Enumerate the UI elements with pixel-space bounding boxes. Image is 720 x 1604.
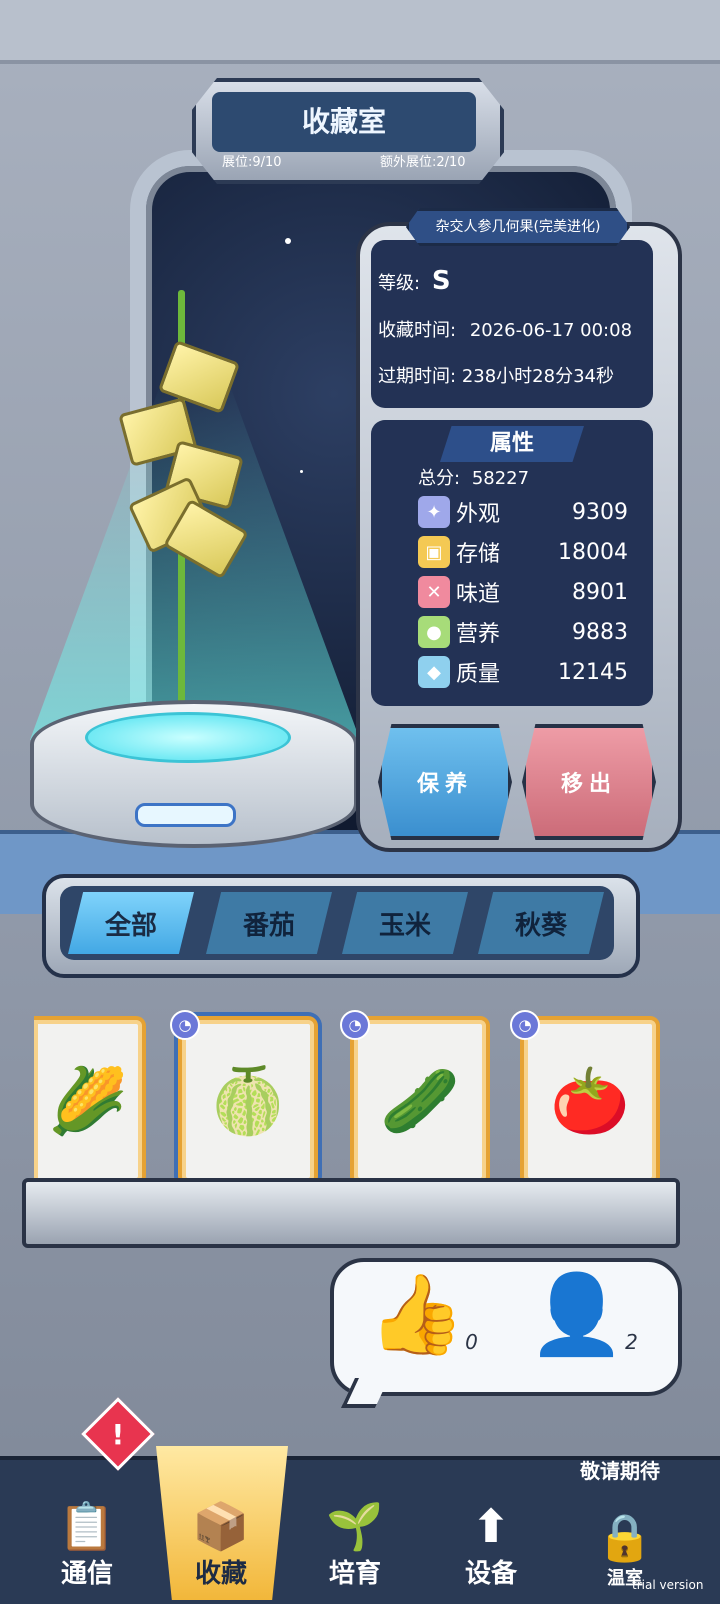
collect-time-row: 收藏时间: 2026-06-17 00:08 <box>378 316 632 342</box>
corn-icon: 🌽 <box>48 1064 128 1139</box>
collection-shelf <box>22 1178 680 1248</box>
ceiling <box>0 0 720 64</box>
like-count: 0 <box>465 1330 478 1354</box>
display-slots: 展位:9/10 <box>222 155 282 170</box>
collect-time-value: 2026-06-17 00:08 <box>469 320 633 341</box>
expire-time-label: 过期时间: <box>378 366 457 387</box>
nav-item-greenhouse[interactable]: 🔒 温室 <box>566 1470 684 1590</box>
coming-soon-label: 敬请期待 <box>580 1459 660 1483</box>
like-button[interactable]: 👍 0 <box>368 1276 478 1354</box>
attribute-row: ● 营养 9883 <box>418 614 628 650</box>
attribute-value: 18004 <box>558 539 628 565</box>
attributes-title: 属性 <box>440 426 584 462</box>
collection-card[interactable]: 🥒 <box>350 1016 490 1186</box>
pedestal-light <box>135 803 236 827</box>
tab-okra[interactable]: 秋葵 <box>478 892 604 954</box>
nav-label: 设备 <box>464 1559 517 1589</box>
attribute-row: ◆ 质量 12145 <box>418 654 628 690</box>
level-value: S <box>431 266 451 296</box>
box-icon: 📦 <box>192 1499 250 1553</box>
attribute-label: 存储 <box>456 542 501 567</box>
persimmon-icon: 🍅 <box>550 1064 630 1139</box>
attribute-label: 外观 <box>456 502 501 527</box>
thumbs-up-icon: 👍 <box>368 1270 466 1360</box>
nav-item-breeding[interactable]: 🌱 培育 <box>296 1470 414 1590</box>
attribute-row: ✕ 味道 8901 <box>418 574 628 610</box>
lemon-icon: ● <box>418 616 450 648</box>
attribute-label: 味道 <box>456 582 501 607</box>
page-title: 收藏室 <box>301 105 386 138</box>
total-score-row: 总分: 58227 <box>418 464 529 490</box>
visitor-count: 2 <box>625 1330 638 1354</box>
attribute-value: 9883 <box>572 619 628 645</box>
remove-button[interactable]: 移出 <box>522 724 656 840</box>
nav-label: 收藏 <box>194 1559 247 1589</box>
attribute-label: 营养 <box>456 622 501 647</box>
nav-item-messages[interactable]: 📋 通信 <box>28 1470 146 1590</box>
collection-card[interactable]: 🍅 <box>520 1016 660 1186</box>
timer-icon: ◔ <box>510 1010 540 1040</box>
attribute-row: ✦ 外观 9309 <box>418 494 628 530</box>
item-name: 杂交人参几何果(完美进化) <box>406 208 630 246</box>
attribute-value: 8901 <box>572 579 628 605</box>
timer-icon: ◔ <box>170 1010 200 1040</box>
nav-item-collection[interactable]: 📦 收藏 <box>162 1470 280 1590</box>
person-icon: 👤 <box>528 1270 626 1360</box>
nav-label: 培育 <box>328 1559 381 1589</box>
okra-icon: 🥒 <box>380 1064 460 1139</box>
attribute-row: ▣ 存储 18004 <box>418 534 628 570</box>
collection-card[interactable]: 🌽 <box>34 1016 146 1186</box>
pedestal-pad <box>85 712 291 763</box>
level-label: 等级: <box>378 273 421 294</box>
tab-all[interactable]: 全部 <box>68 892 194 954</box>
star <box>285 238 291 244</box>
clipboard-icon: 📋 <box>58 1499 116 1553</box>
attribute-label: 质量 <box>456 662 501 687</box>
level-row: 等级: S <box>378 266 451 296</box>
tab-corn[interactable]: 玉米 <box>342 892 468 954</box>
melon-icon: 🍈 <box>208 1064 288 1139</box>
timer-icon: ◔ <box>340 1010 370 1040</box>
expire-time-value: 238小时28分34秒 <box>461 366 614 387</box>
nav-label: 通信 <box>60 1559 113 1589</box>
utensils-icon: ✕ <box>418 576 450 608</box>
machine-upgrade-icon: ⬆ <box>471 1499 511 1553</box>
star <box>300 470 303 473</box>
sparkle-icon: ✦ <box>418 496 450 528</box>
lock-icon: 🔒 <box>596 1510 654 1564</box>
collect-time-label: 收藏时间: <box>378 320 457 341</box>
tab-tomato[interactable]: 番茄 <box>206 892 332 954</box>
trial-watermark: trial version <box>632 1578 704 1592</box>
maintain-button[interactable]: 保养 <box>378 724 512 840</box>
attribute-value: 9309 <box>572 499 628 525</box>
expire-time-row: 过期时间: 238小时28分34秒 <box>378 362 614 388</box>
total-score-label: 总分: <box>418 468 461 489</box>
nav-item-equipment[interactable]: ⬆ 设备 <box>432 1470 550 1590</box>
badge-text: ! <box>111 1417 125 1451</box>
collection-card-selected[interactable]: 🍈 <box>178 1016 318 1186</box>
visitor-button[interactable]: 👤 2 <box>528 1276 638 1354</box>
total-score-value: 58227 <box>471 468 530 489</box>
extra-slots: 额外展位:2/10 <box>380 155 466 170</box>
box-icon: ▣ <box>418 536 450 568</box>
muscle-icon: ◆ <box>418 656 450 688</box>
attribute-value: 12145 <box>558 659 628 685</box>
seedling-jar-icon: 🌱 <box>326 1499 384 1553</box>
